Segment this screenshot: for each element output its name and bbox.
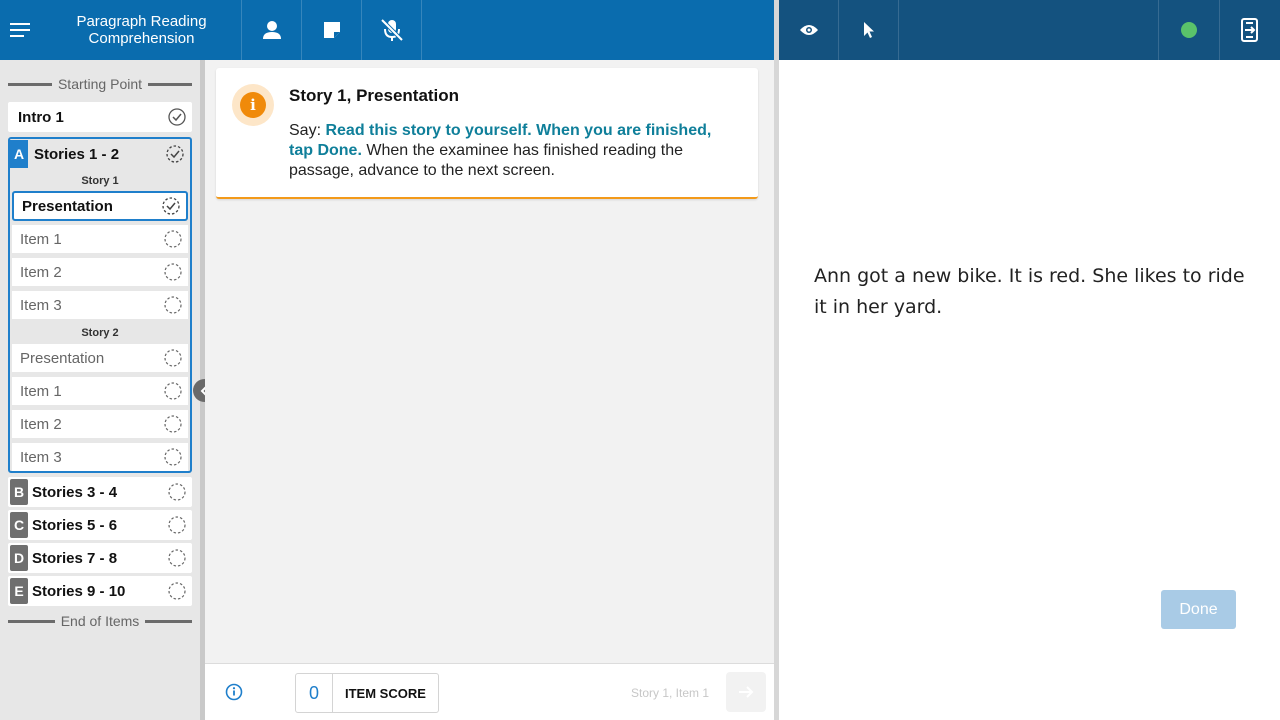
eye-icon	[799, 25, 818, 35]
sidebar-item-stories-1-2[interactable]: A Stories 1 - 2	[10, 139, 190, 169]
connection-status	[1159, 0, 1220, 60]
note-icon	[323, 22, 340, 38]
instruction-card: i Story 1, Presentation Say: Read this s…	[216, 68, 758, 199]
info-badge: i	[232, 84, 274, 126]
sidebar-item-story2-item-3[interactable]: Item 3	[12, 443, 188, 471]
sidebar-item-label: Item 2	[20, 263, 62, 281]
sidebar-item-label: Stories 9 - 10	[32, 582, 126, 600]
end-of-items-label: End of Items	[60, 613, 140, 629]
menu-icon	[10, 23, 30, 37]
sidebar-item-story1-item-1[interactable]: Item 1	[12, 225, 188, 253]
sidebar-item-label: Item 3	[20, 296, 62, 314]
toolbar-spacer-right	[899, 0, 1159, 60]
sidebar-item-story1-item-3[interactable]: Item 3	[12, 291, 188, 319]
sidebar-item-label: Item 1	[20, 382, 62, 400]
subtest-title-line1: Paragraph Reading	[76, 13, 207, 30]
item-score-field[interactable]: 0 ITEM SCORE	[295, 673, 439, 713]
next-button[interactable]	[726, 672, 766, 712]
say-prefix: Say:	[289, 122, 326, 139]
group-badge: D	[10, 545, 28, 571]
status-dot-icon	[1181, 22, 1197, 38]
subtest-title-line2: Comprehension	[88, 30, 195, 47]
sidebar-item-label: Presentation	[20, 349, 105, 367]
view-toggle-button[interactable]	[779, 0, 839, 60]
group-badge: E	[10, 578, 28, 604]
menu-button[interactable]	[0, 0, 42, 60]
examinee-toolbar	[779, 0, 1280, 60]
rule-line	[8, 82, 52, 86]
sidebar-item-label: Item 3	[20, 448, 62, 466]
sidebar-item-label: Intro 1	[18, 108, 64, 126]
rule-line	[145, 619, 192, 623]
sidebar-item-label: Stories 1 - 2	[34, 145, 120, 163]
subtest-title: Paragraph Reading Comprehension	[42, 0, 242, 60]
sidebar-item-stories-7-8[interactable]: D Stories 7 - 8	[8, 543, 192, 573]
not-started-icon	[158, 230, 188, 248]
sidebar-item-label: Stories 7 - 8	[32, 549, 118, 567]
sidebar-item-label: Item 1	[20, 230, 62, 248]
starting-point-rule: Starting Point	[8, 76, 192, 92]
not-started-icon	[162, 483, 192, 501]
sidebar-item-story1-presentation[interactable]: Presentation	[12, 191, 188, 221]
card-title: Story 1, Presentation	[289, 86, 460, 105]
pointer-icon	[863, 22, 874, 38]
examinee-button[interactable]	[242, 0, 302, 60]
sidebar-item-story2-item-1[interactable]: Item 1	[12, 377, 188, 405]
person-icon	[262, 21, 281, 39]
completed-check-icon	[162, 108, 192, 126]
item-score-label: ITEM SCORE	[345, 685, 426, 701]
sidebar-item-story2-presentation[interactable]: Presentation	[12, 344, 188, 372]
rule-line	[148, 82, 192, 86]
group-stories-1-2: A Stories 1 - 2 Story 1 Presentation Ite…	[8, 137, 192, 473]
group-badge: A	[10, 140, 28, 168]
not-started-icon	[162, 582, 192, 600]
mic-off-icon	[380, 18, 403, 42]
examiner-toolbar: Paragraph Reading Comprehension	[0, 0, 774, 60]
story-1-heading: Story 1	[81, 175, 119, 187]
sidebar-item-stories-9-10[interactable]: E Stories 9 - 10	[8, 576, 192, 606]
not-started-icon	[162, 516, 192, 534]
starting-point-label: Starting Point	[57, 76, 143, 92]
sidebar-item-intro-1[interactable]: Intro 1	[8, 102, 192, 132]
info-icon[interactable]	[225, 683, 243, 701]
item-score-value[interactable]: 0	[296, 674, 333, 712]
exit-icon	[1241, 18, 1258, 42]
rule-line	[8, 619, 55, 623]
sidebar-item-label: Item 2	[20, 415, 62, 433]
group-badge: C	[10, 512, 28, 538]
not-started-icon	[158, 382, 188, 400]
pointer-button[interactable]	[839, 0, 899, 60]
item-footer: 0 ITEM SCORE Story 1, Item 1	[205, 663, 774, 720]
group-badge: B	[10, 479, 28, 505]
exit-button[interactable]	[1220, 0, 1280, 60]
arrow-right-icon	[739, 686, 754, 698]
done-button[interactable]: Done	[1161, 590, 1236, 629]
story-2-heading: Story 2	[81, 327, 119, 339]
not-started-icon	[158, 448, 188, 466]
end-of-items-rule: End of Items	[8, 613, 192, 629]
mic-toggle-button[interactable]	[362, 0, 422, 60]
sidebar-item-label: Stories 5 - 6	[32, 516, 118, 534]
not-started-icon	[158, 415, 188, 433]
in-progress-icon	[160, 145, 190, 163]
notes-button[interactable]	[302, 0, 362, 60]
sidebar-item-stories-3-4[interactable]: B Stories 3 - 4	[8, 477, 192, 507]
sidebar-item-story2-item-2[interactable]: Item 2	[12, 410, 188, 438]
card-instructions: Say: Read this story to yourself. When y…	[289, 121, 739, 181]
not-started-icon	[162, 549, 192, 567]
examinee-view: Ann got a new bike. It is red. She likes…	[779, 60, 1280, 720]
info-icon: i	[240, 92, 266, 118]
examiner-content: i Story 1, Presentation Say: Read this s…	[205, 60, 774, 663]
sidebar-item-label: Stories 3 - 4	[32, 483, 118, 501]
sidebar-item-stories-5-6[interactable]: C Stories 5 - 6	[8, 510, 192, 540]
not-started-icon	[158, 349, 188, 367]
in-progress-icon	[156, 197, 186, 215]
not-started-icon	[158, 263, 188, 281]
sidebar-item-label: Presentation	[22, 197, 113, 215]
next-item-label: Story 1, Item 1	[631, 686, 710, 700]
story-passage: Ann got a new bike. It is red. She likes…	[814, 265, 1245, 318]
not-started-icon	[158, 296, 188, 314]
sidebar-item-story1-item-2[interactable]: Item 2	[12, 258, 188, 286]
